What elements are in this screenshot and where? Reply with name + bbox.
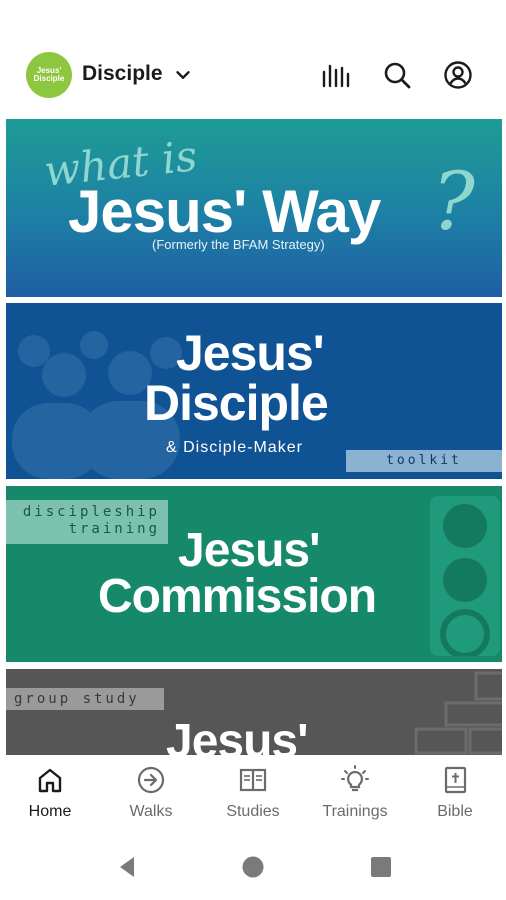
app-header: Jesus' Disciple Disciple <box>0 40 506 110</box>
nav-label-home: Home <box>28 803 72 820</box>
app-logo[interactable]: Jesus' Disciple <box>26 52 72 98</box>
bricks-graphic-icon <box>414 671 502 755</box>
banner-tag: toolkit <box>346 450 502 472</box>
library-icon[interactable] <box>318 58 352 92</box>
banner-subtitle: (Formerly the BFAM Strategy) <box>152 237 325 252</box>
banner-title-line1: Jesus' <box>176 325 325 381</box>
nav-label-studies: Studies <box>226 803 280 820</box>
book-open-icon <box>239 768 267 792</box>
banner-title-line2: Commission <box>98 570 377 623</box>
banner-title-line1: Jesus' <box>178 524 321 577</box>
account-icon[interactable] <box>441 58 475 92</box>
banner-title-line1: Jesus' <box>166 715 309 756</box>
nav-item-studies[interactable]: Studies <box>208 765 298 821</box>
banner-subtitle: & Disciple-Maker <box>166 439 303 456</box>
nav-item-walks[interactable]: Walks <box>106 765 196 821</box>
bottom-navigation: Home Walks Studies Trainings Bible <box>0 755 506 833</box>
nav-label-walks: Walks <box>129 803 173 820</box>
home-circle-icon[interactable] <box>240 854 266 880</box>
app-title[interactable]: Disciple <box>82 62 163 86</box>
nav-item-home[interactable]: Home <box>5 765 95 821</box>
banner-jesus-way[interactable]: what is Jesus' Way ? (Formerly the BFAM … <box>6 119 502 297</box>
chevron-down-icon[interactable] <box>172 64 194 86</box>
nav-label-trainings: Trainings <box>322 803 388 820</box>
banner-tag: group study <box>6 688 164 710</box>
nav-item-bible[interactable]: Bible <box>410 765 500 821</box>
banner-group-study[interactable]: group study Jesus' <box>6 669 502 755</box>
search-icon[interactable] <box>380 58 414 92</box>
recents-square-icon[interactable] <box>368 854 394 880</box>
arrow-circle-icon <box>137 766 165 794</box>
system-navigation-bar <box>0 836 506 900</box>
nav-label-bible: Bible <box>437 803 473 820</box>
banner-tag-line2: training <box>68 521 160 537</box>
lightbulb-icon <box>341 765 369 792</box>
banner-title-line2: Disciple <box>144 375 329 431</box>
banner-jesus-disciple[interactable]: Jesus' Disciple & Disciple-Maker toolkit <box>6 303 502 479</box>
banner-question-mark: ? <box>432 155 475 248</box>
bible-icon <box>444 766 467 794</box>
home-icon <box>38 768 62 793</box>
banner-tag-line1: discipleship <box>22 504 160 520</box>
traffic-light-icon <box>430 496 500 656</box>
back-icon[interactable] <box>114 854 140 880</box>
banner-jesus-commission[interactable]: discipleship training Jesus' Commission <box>6 486 502 662</box>
banner-title: Jesus' Way <box>68 178 381 245</box>
banner-tag-box: discipleship training <box>6 500 168 544</box>
nav-item-trainings[interactable]: Trainings <box>310 765 400 821</box>
